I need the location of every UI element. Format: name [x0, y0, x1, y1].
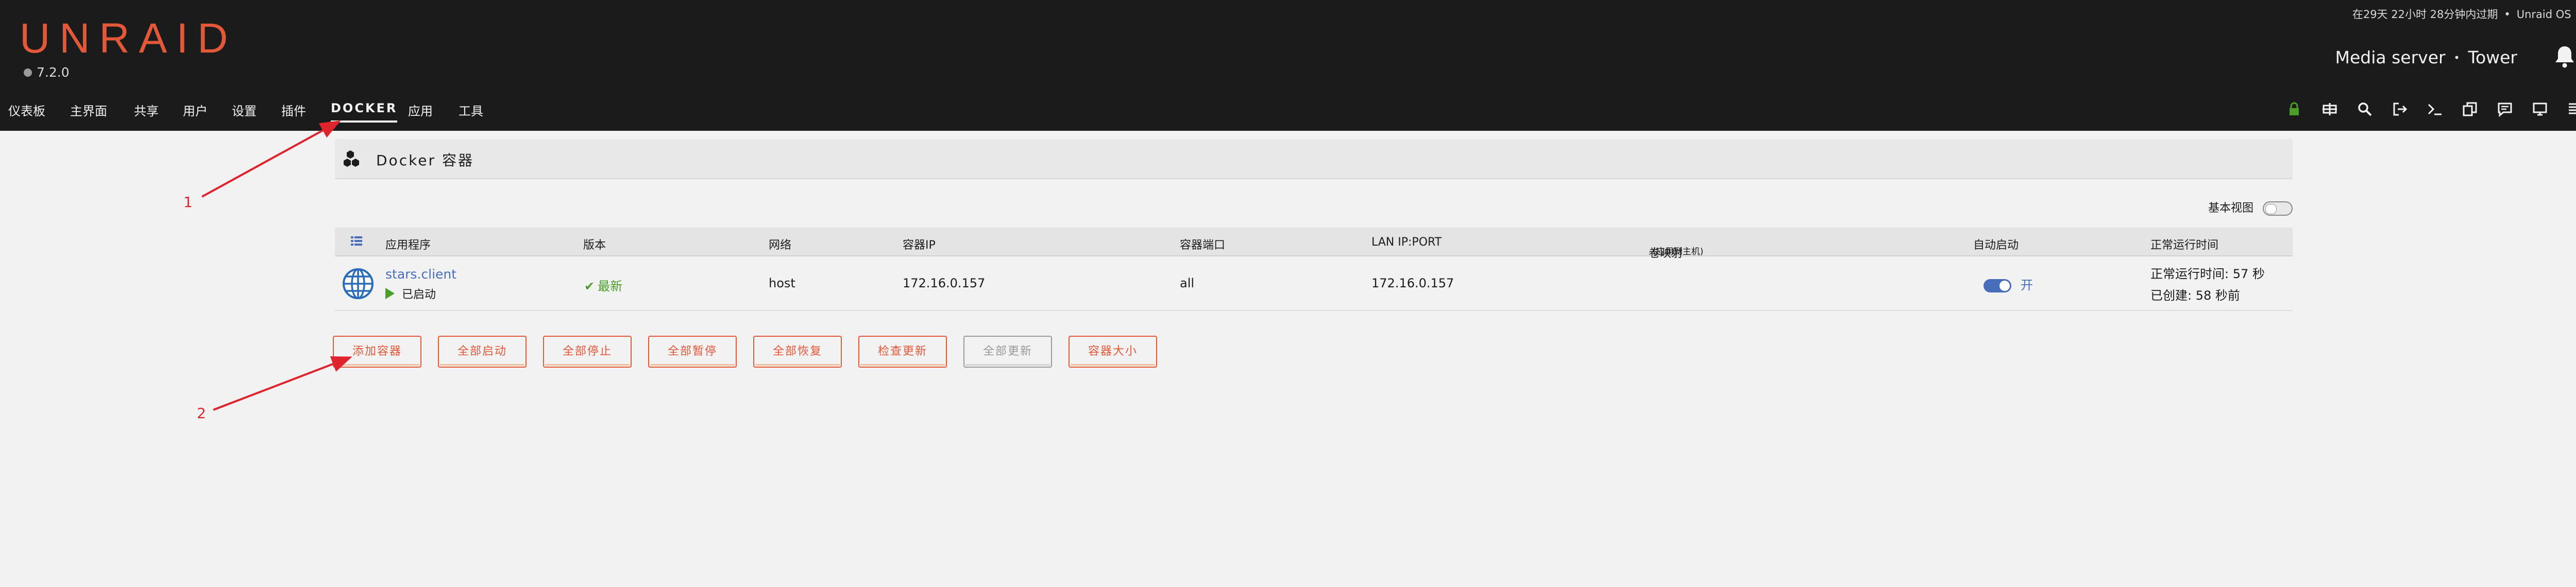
- separator: •: [2504, 8, 2511, 21]
- check-icon: ✔: [584, 279, 595, 294]
- col-uptime: 正常运行时间: [2150, 239, 2219, 252]
- nav-apps[interactable]: 应用: [408, 101, 433, 119]
- start-all-button[interactable]: 全部启动: [438, 336, 527, 368]
- container-port-value: all: [1180, 276, 1195, 290]
- created-value: 已创建: 58 秒前: [2150, 288, 2240, 303]
- server-name[interactable]: Tower: [2468, 47, 2517, 67]
- nav-dashboard[interactable]: 仪表板: [8, 101, 45, 119]
- feedback-icon[interactable]: [2497, 101, 2513, 117]
- basic-view-toggle[interactable]: 基本视图: [2208, 199, 2293, 216]
- col-container-ip: 容器IP: [903, 239, 936, 252]
- version-label: 7.2.0: [24, 65, 70, 80]
- autostart-switch[interactable]: [1984, 279, 2011, 292]
- version-status: ✔ 最新: [584, 276, 622, 294]
- network-icon[interactable]: [2321, 101, 2338, 117]
- resume-all-button[interactable]: 全部恢复: [753, 336, 842, 368]
- top-bar: UNRAID 7.2.0 在29天 22小时 28分钟内过期 • Unraid OS…: [0, 0, 2576, 131]
- lan-ip-port-value: 172.16.0.157: [1371, 276, 1454, 290]
- basic-view-switch[interactable]: [2263, 201, 2293, 216]
- logout-icon[interactable]: [2392, 101, 2408, 117]
- check-updates-button[interactable]: 检查更新: [858, 336, 947, 368]
- monitor-icon[interactable]: [2532, 101, 2548, 117]
- nav-users[interactable]: 用户: [183, 101, 208, 119]
- container-ip-value: 172.16.0.157: [903, 276, 986, 290]
- terminal-icon[interactable]: [2427, 101, 2443, 117]
- unraid-logo[interactable]: UNRAID: [20, 14, 237, 63]
- col-version: 版本: [583, 239, 606, 252]
- autostart-label: 开: [2021, 278, 2033, 292]
- network-value: host: [769, 276, 795, 290]
- separator: •: [2453, 51, 2460, 64]
- annotation-arrow-2: [213, 356, 352, 411]
- cubes-icon: [343, 148, 364, 169]
- docker-panel-header: Docker 容器: [335, 139, 2293, 179]
- globe-icon[interactable]: [342, 268, 374, 300]
- status-text: 已启动: [402, 288, 436, 301]
- container-size-button[interactable]: 容器大小: [1069, 336, 1157, 368]
- nav-main[interactable]: 主界面: [70, 101, 107, 119]
- panel-title: Docker 容器: [376, 152, 474, 169]
- pause-all-button[interactable]: 全部暂停: [648, 336, 737, 368]
- app-name-link[interactable]: stars.client: [385, 267, 456, 282]
- uptime-value: 正常运行时间: 57 秒: [2150, 267, 2265, 281]
- lock-icon[interactable]: [2286, 101, 2302, 117]
- col-container-port: 容器端口: [1180, 239, 1226, 252]
- search-icon[interactable]: [2357, 101, 2373, 117]
- server-description: Media server: [2335, 47, 2446, 67]
- annotation-arrow-1: [201, 120, 341, 198]
- col-application[interactable]: 应用程序: [385, 236, 431, 252]
- copy-icon[interactable]: [2462, 101, 2478, 117]
- version-value: 最新: [598, 279, 623, 294]
- col-volume-sub: (应用到主机): [1653, 247, 1704, 257]
- nav-tools[interactable]: 工具: [459, 101, 483, 119]
- table-header: 应用程序 版本 网络 容器IP 容器端口 LAN IP:PORT 卷映射 (应用到…: [335, 228, 2293, 260]
- col-network: 网络: [769, 239, 792, 252]
- basic-view-label: 基本视图: [2208, 202, 2253, 215]
- log-icon[interactable]: [2567, 101, 2576, 117]
- add-container-button[interactable]: 添加容器: [333, 336, 421, 368]
- annotation-label-2: 2: [197, 405, 206, 422]
- trial-expiry: 在29天 22小时 28分钟内过期: [2352, 8, 2498, 21]
- nav-shares[interactable]: 共享: [134, 101, 159, 119]
- app-status: 已启动: [385, 285, 436, 302]
- table-row: stars.client 已启动 ✔ 最新 host 172.16.0.157 a…: [335, 257, 2293, 311]
- server-info: Media server • Tower: [2335, 47, 2517, 67]
- nav-docker[interactable]: DOCKER: [319, 101, 409, 123]
- annotation-label-1: 1: [183, 194, 193, 211]
- bell-icon[interactable]: [2554, 45, 2575, 68]
- nav-settings[interactable]: 设置: [232, 101, 257, 119]
- update-all-button[interactable]: 全部更新: [963, 336, 1052, 368]
- status-dot-icon: [24, 68, 32, 77]
- nav-plugins[interactable]: 插件: [281, 101, 306, 119]
- stop-all-button[interactable]: 全部停止: [543, 336, 632, 368]
- trial-os: Unraid OS: [2516, 8, 2571, 21]
- list-view-icon[interactable]: [350, 235, 363, 250]
- play-icon: [385, 288, 395, 299]
- col-autostart: 自动启动: [1973, 239, 2019, 252]
- version-number: 7.2.0: [37, 65, 70, 80]
- col-lan-ip-port: LAN IP:PORT: [1371, 236, 1442, 249]
- trial-notice: 在29天 22小时 28分钟内过期•Unraid OS 试用 购买: [2352, 6, 2576, 22]
- autostart-toggle[interactable]: 开: [1984, 275, 2033, 293]
